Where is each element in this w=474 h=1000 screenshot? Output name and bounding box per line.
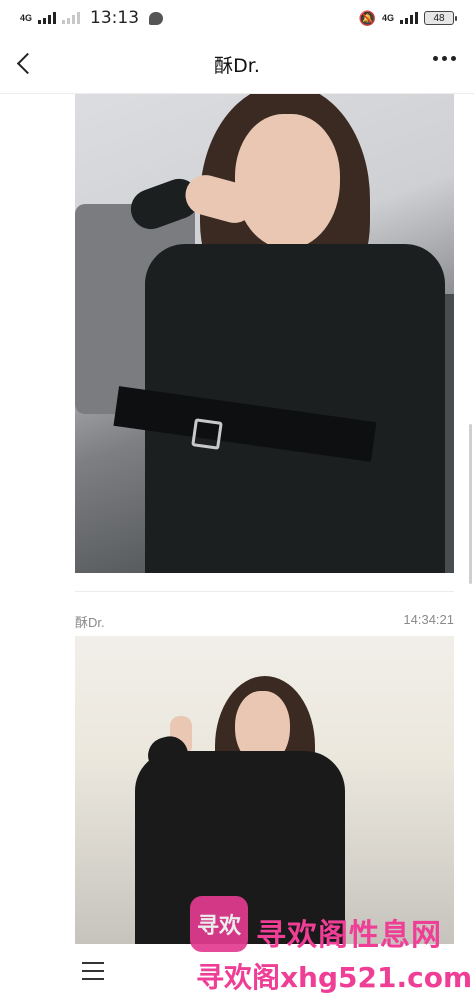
watermark-logo-text: 寻欢 (196, 913, 241, 938)
battery-level: 48 (433, 12, 445, 24)
network-type-left: 4G (20, 12, 33, 23)
more-options-button[interactable] (433, 56, 456, 61)
message-divider (75, 591, 454, 592)
back-button[interactable] (14, 52, 40, 78)
scrollbar[interactable] (469, 424, 472, 584)
message-notification-icon (149, 11, 164, 25)
signal-icon-secondary (62, 12, 81, 24)
hamburger-menu-icon[interactable] (82, 962, 104, 980)
message-time: 14:34:21 (403, 612, 454, 627)
message-image[interactable] (75, 94, 454, 573)
network-type-right: 4G (381, 12, 394, 23)
page-title: 酥Dr. (214, 55, 260, 77)
nav-bar: 酥Dr. (0, 36, 474, 94)
message-meta: 酥Dr. 14:34:21 (75, 612, 454, 631)
battery-icon: 48 (424, 11, 457, 25)
signal-icon (38, 12, 57, 24)
watermark-logo: 寻欢 (190, 896, 248, 952)
bell-muted-icon: 🔕 (358, 9, 376, 26)
message-sender: 酥Dr. (75, 615, 105, 630)
more-dots-icon (433, 56, 438, 61)
signal-icon-right (400, 12, 418, 24)
status-time: 13:13 (90, 8, 140, 28)
status-bar: 4G 13:13 🔕 4G 48 (0, 0, 474, 36)
message-image-2[interactable] (75, 636, 454, 945)
watermark-title: 寻欢阁性息网 (256, 918, 442, 953)
status-left: 4G 13:13 (20, 8, 164, 28)
watermark-url: 寻欢阁xhg521.com (196, 961, 473, 994)
status-right: 🔕 4G 48 (358, 9, 457, 27)
